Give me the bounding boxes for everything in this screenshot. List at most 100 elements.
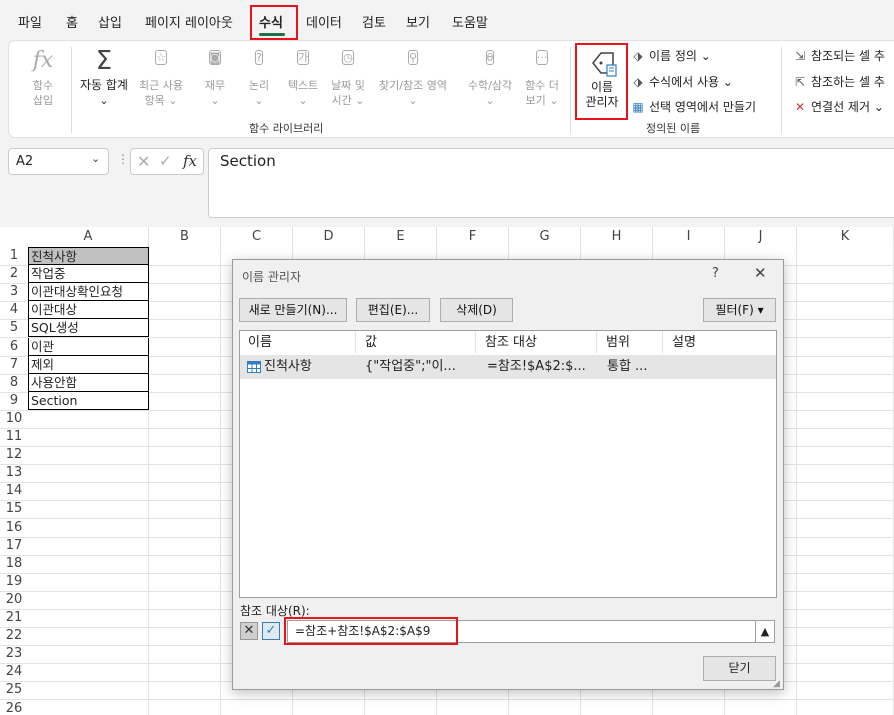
- row-header-25[interactable]: 25: [0, 681, 28, 699]
- new-name-button[interactable]: 새로 만들기(N)...: [239, 298, 347, 322]
- delete-name-button[interactable]: 삭제(D): [440, 298, 513, 322]
- more-functions-button[interactable]: ··· 함수 더 보기 ⌄: [520, 47, 564, 108]
- column-header-k[interactable]: K: [797, 227, 894, 247]
- financial-button[interactable]: ◙ 재무 ⌄: [196, 47, 234, 108]
- tab-help[interactable]: 도움말: [452, 12, 488, 31]
- enter-check-icon[interactable]: ✓: [159, 152, 172, 170]
- row-header-8[interactable]: 8: [0, 374, 28, 392]
- column-header-value[interactable]: 값: [357, 331, 476, 354]
- column-header-refers-to[interactable]: 참조 대상: [477, 331, 597, 354]
- column-header-f[interactable]: F: [437, 227, 509, 247]
- column-header-e[interactable]: E: [365, 227, 437, 247]
- column-header-g[interactable]: G: [509, 227, 581, 247]
- trace-precedents-button[interactable]: ⇲ 참조되는 셀 추: [792, 47, 885, 64]
- row-header-22[interactable]: 22: [0, 627, 28, 645]
- row-header-20[interactable]: 20: [0, 591, 28, 609]
- lookup-reference-button[interactable]: ⚲ 찾기/참조 영역 ⌄: [371, 47, 455, 108]
- theta-book-icon: θ: [485, 50, 495, 65]
- column-header-j[interactable]: J: [725, 227, 797, 247]
- collapse-dialog-icon[interactable]: ▲: [755, 620, 775, 643]
- row-header-19[interactable]: 19: [0, 573, 28, 591]
- tab-home[interactable]: 홈: [66, 12, 78, 31]
- cell-a6[interactable]: 이관: [28, 337, 149, 356]
- tab-file[interactable]: 파일: [18, 12, 42, 31]
- column-header-comment[interactable]: 설명: [664, 331, 776, 354]
- row-header-11[interactable]: 11: [0, 428, 28, 446]
- remove-arrows-button[interactable]: ✕ 연결선 제거 ⌄: [792, 98, 884, 115]
- tab-view[interactable]: 보기: [406, 12, 430, 31]
- tab-data[interactable]: 데이터: [306, 12, 342, 31]
- row-header-6[interactable]: 6: [0, 338, 28, 356]
- tab-insert[interactable]: 삽입: [98, 12, 122, 31]
- close-icon[interactable]: ✕: [754, 264, 767, 282]
- row-header-24[interactable]: 24: [0, 663, 28, 681]
- row-header-7[interactable]: 7: [0, 356, 28, 374]
- tag-icon: ⬗: [633, 49, 643, 63]
- cell-a9[interactable]: Section: [28, 391, 149, 410]
- math-trig-button[interactable]: θ 수학/삼각 ⌄: [462, 47, 518, 108]
- autosum-button[interactable]: Σ 자동 합계 ⌄: [75, 47, 133, 108]
- row-header-17[interactable]: 17: [0, 537, 28, 555]
- row-header-9[interactable]: 9: [0, 392, 28, 410]
- chevron-down-icon[interactable]: ⌄: [91, 152, 100, 165]
- tab-review[interactable]: 검토: [362, 12, 386, 31]
- resize-grip-icon[interactable]: ◢: [773, 679, 780, 689]
- tab-page-layout[interactable]: 페이지 레이아웃: [145, 12, 233, 31]
- logical-label2: ⌄: [254, 94, 264, 107]
- trace-dependents-button[interactable]: ⇱ 참조하는 셀 추: [792, 73, 885, 90]
- column-header-b[interactable]: B: [149, 227, 221, 247]
- column-header-d[interactable]: D: [293, 227, 365, 247]
- filter-button[interactable]: 필터(F) ▾: [703, 298, 776, 322]
- row-header-14[interactable]: 14: [0, 482, 28, 500]
- row-header-10[interactable]: 10: [0, 410, 28, 428]
- row-header-21[interactable]: 21: [0, 609, 28, 627]
- cancel-icon[interactable]: ✕: [137, 152, 150, 171]
- list-item[interactable]: 진척사항 {"작업중";"이... =참조!$A$2:$... 통합 ...: [240, 355, 776, 379]
- cancel-edit-icon[interactable]: ✕: [240, 622, 258, 640]
- cell-a4[interactable]: 이관대상: [28, 301, 149, 320]
- row-header-26[interactable]: 26: [0, 700, 28, 715]
- row-header-16[interactable]: 16: [0, 519, 28, 537]
- row-header-2[interactable]: 2: [0, 265, 28, 283]
- column-header-scope[interactable]: 범위: [598, 331, 663, 354]
- insert-function-label1: 함수: [32, 79, 54, 92]
- column-header-name[interactable]: 이름: [240, 331, 356, 354]
- close-button[interactable]: 닫기: [703, 656, 776, 681]
- text-button[interactable]: 가 텍스트 ⌄: [283, 47, 323, 108]
- cell-a3[interactable]: 이관대상확인요청: [28, 283, 149, 302]
- column-header-c[interactable]: C: [221, 227, 293, 247]
- names-list[interactable]: 이름 값 참조 대상 범위 설명 진척사항 {"작업중";"이... =참조!$…: [239, 330, 777, 598]
- row-header-5[interactable]: 5: [0, 319, 28, 337]
- edit-name-button[interactable]: 편집(E)...: [356, 298, 430, 322]
- cell-a2[interactable]: 작업중: [28, 265, 149, 284]
- row-header-13[interactable]: 13: [0, 464, 28, 482]
- cell-a5[interactable]: SQL생성: [28, 319, 149, 338]
- use-in-formula-button[interactable]: ⬗ 수식에서 사용 ⌄: [630, 73, 733, 90]
- row-header-18[interactable]: 18: [0, 555, 28, 573]
- create-from-selection-button[interactable]: ▦ 선택 영역에서 만들기: [630, 98, 756, 115]
- define-name-button[interactable]: ⬗ 이름 정의 ⌄: [630, 47, 710, 64]
- clock-book-icon: ◷: [342, 50, 354, 65]
- help-icon[interactable]: ?: [712, 266, 719, 281]
- row-header-4[interactable]: 4: [0, 301, 28, 319]
- row-header-1[interactable]: 1: [0, 247, 28, 265]
- recently-used-button[interactable]: ☆ 최근 사용 항목 ⌄: [133, 47, 189, 108]
- row-header-15[interactable]: 15: [0, 500, 28, 518]
- logical-button[interactable]: ? 논리 ⌄: [240, 47, 278, 108]
- column-header-a[interactable]: A: [28, 227, 149, 247]
- insert-function-button[interactable]: fx 함수 삽입: [25, 47, 61, 108]
- datetime-button[interactable]: ◷ 날짜 및 시간 ⌄: [327, 47, 369, 108]
- insert-function-icon[interactable]: fx: [183, 152, 197, 170]
- select-all-corner[interactable]: [0, 227, 28, 247]
- column-header-i[interactable]: I: [653, 227, 725, 247]
- formula-input[interactable]: Section: [208, 148, 894, 218]
- cell-a7[interactable]: 제외: [28, 355, 149, 374]
- row-header-3[interactable]: 3: [0, 283, 28, 301]
- row-header-23[interactable]: 23: [0, 645, 28, 663]
- cell-a8[interactable]: 사용안함: [28, 373, 149, 392]
- drag-handle-icon[interactable]: ⋮: [117, 152, 129, 166]
- cell-a1[interactable]: 진척사항: [28, 247, 149, 265]
- column-header-h[interactable]: H: [581, 227, 653, 247]
- row-header-12[interactable]: 12: [0, 446, 28, 464]
- confirm-edit-icon[interactable]: ✓: [262, 622, 280, 640]
